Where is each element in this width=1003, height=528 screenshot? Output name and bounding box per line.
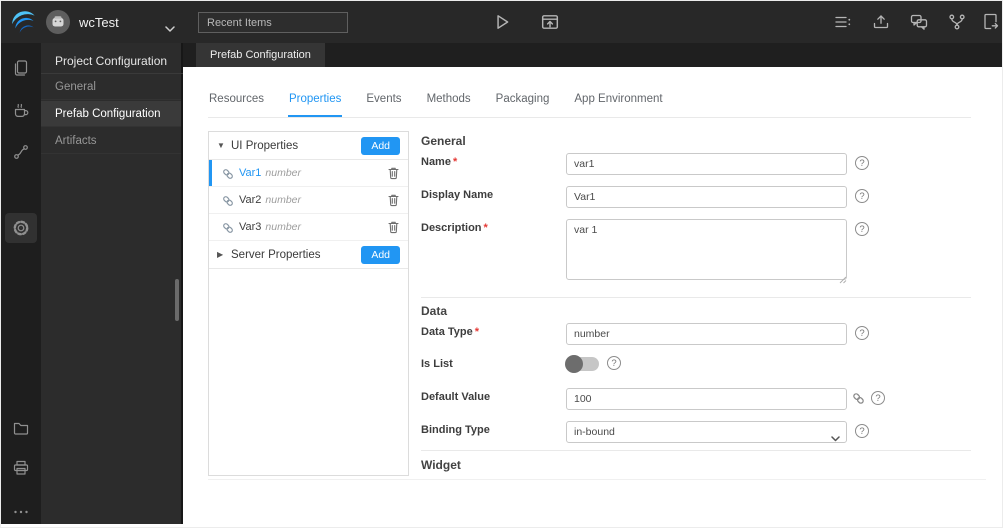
section-title-data: Data [421,304,448,318]
description-help-icon[interactable]: ? [855,222,869,236]
add-ui-property-button[interactable]: Add [361,136,400,155]
data-type-label: Data Type * [421,326,479,338]
caret-down-icon[interactable]: ▼ [217,141,227,150]
console-log-icon[interactable] [12,459,30,477]
settings-gear-icon[interactable] [12,219,30,237]
project-configuration-panel: Project Configuration General Prefab Con… [41,43,183,524]
section-divider [421,450,971,451]
name-label: Name * [421,156,457,168]
binding-link-icon [222,221,234,233]
binding-type-help-icon[interactable]: ? [855,424,869,438]
is-list-label: Is List [421,358,453,370]
is-list-toggle[interactable] [565,355,599,373]
bind-link-icon[interactable] [852,392,865,405]
toggle-knob [565,355,583,373]
binding-type-select[interactable]: in-bound [566,421,847,443]
binding-type-label: Binding Type [421,424,490,436]
delete-trash-icon[interactable] [387,166,400,180]
recent-items-input[interactable] [198,12,348,33]
doc-tab-prefab-configuration[interactable]: Prefab Configuration [196,43,325,67]
tab-app-environment[interactable]: App Environment [573,87,663,117]
tab-packaging[interactable]: Packaging [495,87,551,117]
property-name: Var1 [239,167,262,179]
display-name-field[interactable] [566,186,847,208]
property-type: number [265,167,302,179]
more-ellipsis-icon[interactable] [12,503,30,521]
name-field[interactable] [566,153,847,175]
binding-link-icon [222,167,234,179]
feedback-chat-icon[interactable] [910,13,928,31]
delete-trash-icon[interactable] [387,193,400,207]
is-list-help-icon[interactable]: ? [607,356,621,370]
tabs-divider [208,117,971,118]
property-type: number [265,194,302,206]
left-icon-rail [1,43,41,524]
document-tab-strip: Prefab Configuration [183,43,1002,67]
top-bar: wcTest [1,1,1002,43]
file-explorer-folder-icon[interactable] [12,419,30,437]
default-value-help-icon[interactable]: ? [871,391,885,405]
property-name: Var2 [239,194,262,206]
required-asterisk: * [474,326,480,338]
sidebar-item-prefab-configuration[interactable]: Prefab Configuration [41,101,181,127]
caret-right-icon[interactable]: ▶ [217,250,227,259]
tab-resources[interactable]: Resources [208,87,265,117]
section-title-general: General [421,134,466,148]
run-play-icon[interactable] [493,13,511,31]
add-server-property-button[interactable]: Add [361,245,400,264]
section-divider [421,297,971,298]
data-type-label-text: Data Type [421,326,473,338]
content-bottom-divider [208,479,986,480]
project-avatar[interactable] [46,10,70,34]
tab-properties[interactable]: Properties [287,87,343,117]
chevron-down-icon[interactable] [165,19,175,37]
description-label: Description * [421,222,488,234]
config-tabs: Resources Properties Events Methods Pack… [208,87,687,117]
project-name[interactable]: wcTest [79,15,119,30]
default-value-label: Default Value [421,391,491,403]
preview-deploy-icon[interactable] [541,13,559,31]
ui-properties-group-header[interactable]: ▼ UI Properties Add [209,132,408,160]
properties-list-card: ▼ UI Properties Add Var1 number Var2 num… [208,131,409,476]
description-label-text: Description [421,222,482,234]
fork-branch-icon[interactable] [948,13,966,31]
binding-link-icon [222,194,234,206]
panel-title: Project Configuration [55,54,168,68]
property-type: number [265,221,302,233]
export-file-icon[interactable] [982,13,1000,31]
data-type-field[interactable] [566,323,847,345]
sidebar-item-artifacts[interactable]: Artifacts [41,128,181,154]
publish-export-icon[interactable] [872,13,890,31]
pages-icon[interactable] [12,59,30,77]
preferences-list-icon[interactable] [834,13,852,31]
property-name: Var3 [239,221,262,233]
server-properties-group-header[interactable]: ▶ Server Properties Add [209,241,408,269]
tab-methods[interactable]: Methods [426,87,472,117]
wavemaker-logo-icon[interactable] [10,7,40,37]
apis-connector-icon[interactable] [12,143,30,161]
display-name-help-icon[interactable]: ? [855,189,869,203]
ui-properties-label: UI Properties [231,139,299,152]
tab-events[interactable]: Events [365,87,402,117]
app-window: wcTest Recent Items Project Configuratio… [0,0,1003,528]
default-value-field[interactable] [566,388,847,410]
sidebar-item-general[interactable]: General [41,74,181,100]
property-row-var1[interactable]: Var1 number [209,160,408,187]
required-asterisk: * [452,156,458,168]
prefab-configuration-content: Resources Properties Events Methods Pack… [183,67,1002,524]
property-row-var2[interactable]: Var2 number [209,187,408,214]
display-name-label: Display Name [421,189,494,201]
panel-scrollbar-thumb[interactable] [175,279,179,321]
data-type-help-icon[interactable]: ? [855,326,869,340]
name-help-icon[interactable]: ? [855,156,869,170]
java-services-icon[interactable] [12,101,30,119]
name-label-text: Name [421,156,451,168]
delete-trash-icon[interactable] [387,220,400,234]
section-title-widget: Widget [421,458,461,472]
required-asterisk: * [483,222,488,234]
description-field[interactable]: var 1 [566,219,847,280]
server-properties-label: Server Properties [231,248,321,261]
property-row-var3[interactable]: Var3 number [209,214,408,241]
